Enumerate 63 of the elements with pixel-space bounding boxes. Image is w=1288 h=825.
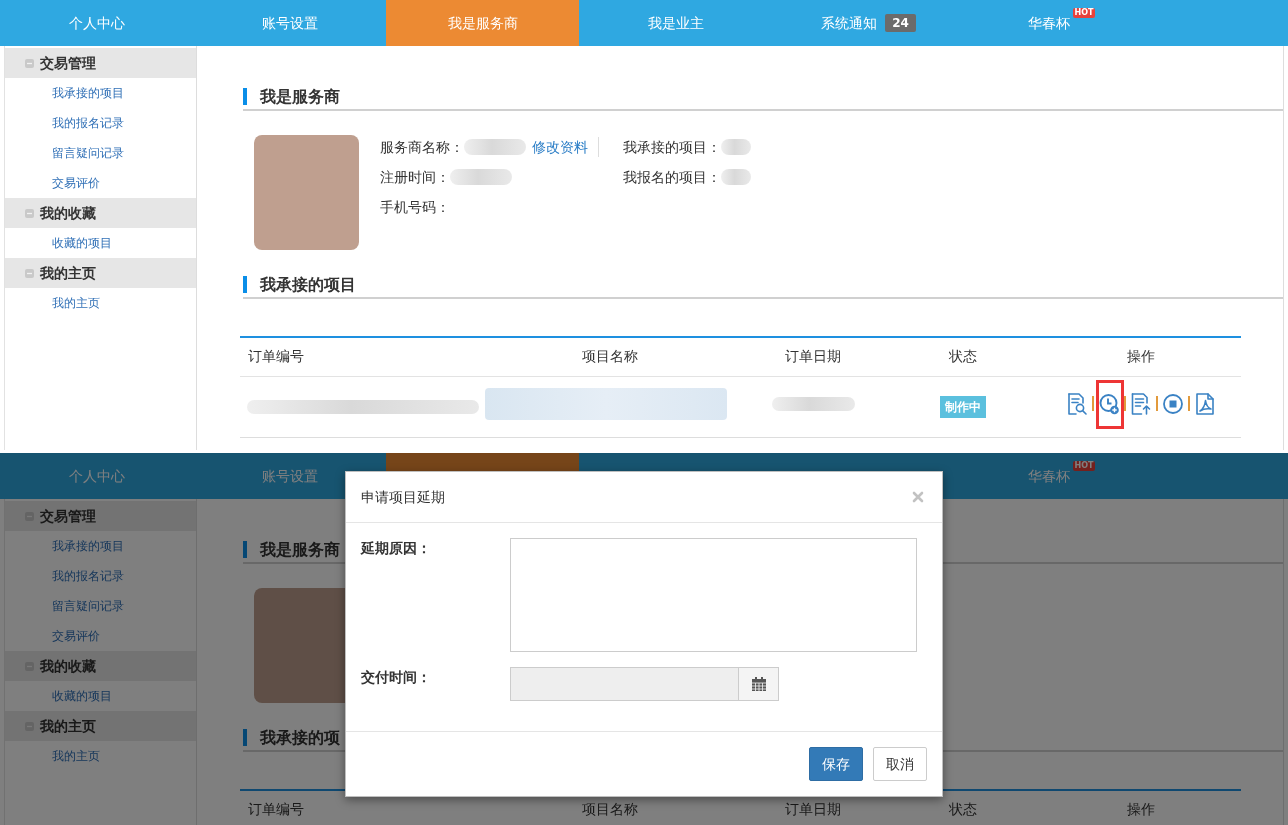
sidebar-group-header[interactable]: 我的主页 bbox=[5, 258, 196, 288]
section-title: 我是服务商 bbox=[260, 85, 340, 108]
calendar-icon bbox=[750, 676, 767, 692]
dialog-title: 申请项目延期 bbox=[361, 487, 445, 507]
column-header: 操作 bbox=[1041, 790, 1241, 825]
nav-tab[interactable]: 系统通知 24 bbox=[772, 0, 965, 46]
accent-bar-icon bbox=[243, 276, 247, 293]
sidebar-link[interactable]: 我的主页 bbox=[52, 294, 100, 312]
sidebar-link[interactable]: 留言疑问记录 bbox=[52, 597, 124, 615]
accent-bar-icon bbox=[243, 541, 247, 558]
sidebar-link[interactable]: 我的主页 bbox=[52, 747, 100, 765]
column-header: 状态 bbox=[885, 337, 1041, 376]
edit-link[interactable]: 修改资料 bbox=[532, 136, 588, 158]
accent-bar-icon bbox=[243, 729, 247, 746]
hot-tag: HOT bbox=[1072, 8, 1096, 18]
sidebar-group-header[interactable]: 交易管理 bbox=[5, 48, 196, 78]
nav-tab[interactable]: 个人中心 bbox=[0, 0, 193, 46]
document-search-icon[interactable] bbox=[1067, 392, 1087, 415]
sidebar-group-header[interactable]: 交易管理 bbox=[5, 501, 196, 531]
sidebar-link[interactable]: 收藏的项目 bbox=[52, 234, 112, 252]
hot-tag: HOT bbox=[1072, 461, 1096, 471]
field-label: 交付时间： bbox=[361, 669, 431, 685]
field-label: 注册时间： bbox=[380, 167, 450, 187]
section-title: 我是服务商 bbox=[260, 538, 340, 561]
document-upload-icon[interactable] bbox=[1131, 392, 1151, 415]
sidebar-link[interactable]: 收藏的项目 bbox=[52, 687, 112, 705]
sidebar-link[interactable]: 留言疑问记录 bbox=[52, 144, 124, 162]
sidebar-link[interactable]: 我承接的项目 bbox=[52, 537, 124, 555]
nav-tab[interactable]: 华春杯 HOT bbox=[965, 453, 1158, 499]
field-label: 手机号码： bbox=[380, 197, 450, 217]
count-badge: 24 bbox=[885, 14, 916, 32]
accent-bar-icon bbox=[243, 88, 247, 105]
nav-tab[interactable]: 账号设置 bbox=[193, 0, 386, 46]
sidebar-group-header[interactable]: 我的收藏 bbox=[5, 651, 196, 681]
nav-tab[interactable]: 我是业主 bbox=[579, 0, 772, 46]
stop-icon[interactable] bbox=[1163, 392, 1183, 415]
sidebar-link[interactable]: 我的报名记录 bbox=[52, 567, 124, 585]
sidebar-link[interactable]: 交易评价 bbox=[52, 627, 100, 645]
column-header: 操作 bbox=[1041, 337, 1241, 376]
nav-tab[interactable]: 我是服务商 bbox=[386, 0, 579, 46]
sidebar-group-header[interactable]: 我的主页 bbox=[5, 711, 196, 741]
save-button[interactable]: 保存 bbox=[809, 747, 863, 781]
field-label: 服务商名称： bbox=[380, 137, 464, 157]
nav-tab[interactable]: 个人中心 bbox=[0, 453, 193, 499]
status-badge: 制作中 bbox=[940, 395, 986, 418]
sidebar-link[interactable]: 我承接的项目 bbox=[52, 84, 124, 102]
column-header: 订单编号 bbox=[240, 337, 479, 376]
clock-plus-icon[interactable] bbox=[1099, 392, 1119, 415]
calendar-button[interactable] bbox=[739, 667, 779, 701]
date-field[interactable] bbox=[510, 667, 739, 701]
section-title: 我承接的项目 bbox=[260, 273, 356, 296]
column-header: 订单日期 bbox=[741, 337, 885, 376]
sidebar-link[interactable]: 交易评价 bbox=[52, 174, 100, 192]
sidebar-group-header[interactable]: 我的收藏 bbox=[5, 198, 196, 228]
sidebar-link[interactable]: 我的报名记录 bbox=[52, 114, 124, 132]
nav-tab[interactable]: 华春杯 HOT bbox=[965, 0, 1158, 46]
section-title: 我承接的项 bbox=[260, 726, 340, 749]
field-label: 我报名的项目： bbox=[623, 167, 721, 187]
cancel-button[interactable]: 取消 bbox=[873, 747, 927, 781]
column-header: 项目名称 bbox=[479, 337, 741, 376]
field-label: 延期原因： bbox=[361, 540, 431, 556]
pdf-file-icon[interactable] bbox=[1195, 392, 1215, 415]
field-label: 我承接的项目： bbox=[623, 137, 721, 157]
